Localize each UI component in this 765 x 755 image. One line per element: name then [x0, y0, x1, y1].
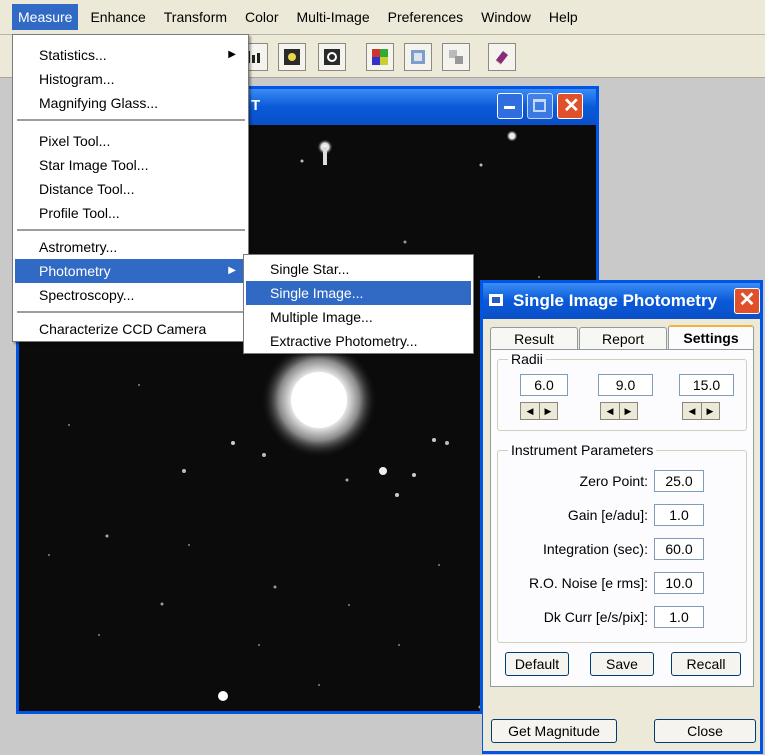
- recall-button[interactable]: Recall: [671, 652, 741, 676]
- stack-icon[interactable]: [404, 43, 432, 71]
- save-button[interactable]: Save: [590, 652, 654, 676]
- menu-item-label: Spectroscopy...: [39, 287, 135, 303]
- menu-item-label: Profile Tool...: [39, 205, 120, 221]
- image-tool-2-icon[interactable]: [318, 43, 346, 71]
- maximize-button[interactable]: [527, 93, 553, 119]
- menu-item-label: Star Image Tool...: [39, 157, 149, 173]
- arrow-left-icon[interactable]: ◀: [601, 403, 620, 419]
- maximize-icon: [533, 99, 546, 112]
- menu-item-label: Characterize CCD Camera: [39, 321, 207, 337]
- radius-annulus-inner-spinner[interactable]: ◀ ▶: [600, 402, 638, 420]
- measure-menu: Statistics... ▶ Histogram... Magnifying G…: [12, 34, 249, 342]
- image-tool-icon[interactable]: [278, 43, 306, 71]
- book-icon[interactable]: [488, 43, 516, 71]
- dialog-app-icon: [489, 294, 503, 306]
- menu-item-pixel-tool[interactable]: Pixel Tool...: [15, 129, 246, 153]
- tab-settings[interactable]: Settings: [668, 325, 754, 350]
- menu-item-statistics[interactable]: Statistics... ▶: [15, 43, 246, 67]
- menu-item-label: Statistics...: [39, 47, 107, 63]
- dialog-tabs: Result Report Settings: [490, 325, 758, 350]
- menu-item-profile-tool[interactable]: Profile Tool...: [15, 201, 246, 225]
- radius-annulus-outer-field[interactable]: 15.0: [679, 374, 734, 396]
- menu-item-label: Pixel Tool...: [39, 133, 111, 149]
- radii-group: Radii 6.0 9.0 15.0 ◀ ▶ ◀ ▶ ◀ ▶: [497, 351, 747, 431]
- menu-item-label: Photometry: [39, 263, 111, 279]
- menubar: Measure Enhance Transform Color Multi-Im…: [0, 0, 765, 35]
- menu-item-label: Astrometry...: [39, 239, 118, 255]
- menu-item-spectroscopy[interactable]: Spectroscopy...: [15, 283, 246, 307]
- radius-annulus-outer-spinner[interactable]: ◀ ▶: [682, 402, 720, 420]
- integration-field[interactable]: 60.0: [654, 538, 704, 560]
- menu-help[interactable]: Help: [543, 4, 584, 30]
- menu-item-star-image-tool[interactable]: Star Image Tool...: [15, 153, 246, 177]
- close-icon: ✕: [563, 95, 580, 117]
- menu-multi-image[interactable]: Multi-Image: [291, 4, 376, 30]
- gain-label: Gain [e/adu]:: [567, 507, 648, 523]
- menu-item-astrometry[interactable]: Astrometry...: [15, 235, 246, 259]
- submenu-item-multiple-image[interactable]: Multiple Image...: [246, 305, 471, 329]
- menu-transform[interactable]: Transform: [158, 4, 233, 30]
- integration-label: Integration (sec):: [542, 541, 648, 557]
- ro-noise-field[interactable]: 10.0: [654, 572, 704, 594]
- menu-enhance[interactable]: Enhance: [84, 4, 151, 30]
- zero-point-field[interactable]: 25.0: [654, 470, 704, 492]
- photometry-submenu: Single Star... Single Image... Multiple …: [243, 254, 474, 354]
- dark-current-label: Dk Curr [e/s/pix]:: [543, 609, 648, 625]
- submenu-arrow-icon: ▶: [228, 49, 236, 60]
- menu-item-photometry[interactable]: Photometry ▶: [15, 259, 246, 283]
- arrow-right-icon[interactable]: ▶: [539, 403, 557, 419]
- menu-item-histogram[interactable]: Histogram...: [15, 67, 246, 91]
- menu-item-distance-tool[interactable]: Distance Tool...: [15, 177, 246, 201]
- submenu-item-single-star[interactable]: Single Star...: [246, 257, 471, 281]
- dialog-title: Single Image Photometry: [513, 291, 718, 310]
- menu-separator: [17, 119, 245, 122]
- dark-current-field[interactable]: 1.0: [654, 606, 704, 628]
- dialog-titlebar[interactable]: Single Image Photometry ✕: [483, 283, 760, 319]
- tab-result[interactable]: Result: [490, 327, 578, 349]
- instrument-group: Instrument Parameters Zero Point: 25.0 G…: [497, 442, 747, 643]
- menu-window[interactable]: Window: [475, 4, 537, 30]
- submenu-item-extractive-photometry[interactable]: Extractive Photometry...: [246, 329, 471, 353]
- zero-point-label: Zero Point:: [579, 473, 648, 489]
- menu-measure[interactable]: Measure: [12, 4, 79, 30]
- radii-legend: Radii: [508, 351, 546, 367]
- menu-preferences[interactable]: Preferences: [382, 4, 469, 30]
- menu-separator: [17, 229, 245, 232]
- arrow-right-icon[interactable]: ▶: [701, 403, 719, 419]
- menu-item-characterize-ccd[interactable]: Characterize CCD Camera: [15, 317, 246, 341]
- instrument-legend: Instrument Parameters: [508, 442, 657, 458]
- radius-inner-spinner[interactable]: ◀ ▶: [520, 402, 558, 420]
- radius-inner-field[interactable]: 6.0: [520, 374, 568, 396]
- get-magnitude-button[interactable]: Get Magnitude: [491, 719, 617, 743]
- arrow-left-icon[interactable]: ◀: [683, 403, 702, 419]
- minimize-icon: [504, 106, 515, 109]
- dialog-close-button[interactable]: ✕: [734, 288, 760, 314]
- menu-item-magnifying-glass[interactable]: Magnifying Glass...: [15, 91, 246, 115]
- image-close-button[interactable]: ✕: [557, 93, 583, 119]
- close-button[interactable]: Close: [654, 719, 756, 743]
- radius-annulus-inner-field[interactable]: 9.0: [598, 374, 653, 396]
- settings-panel: Radii 6.0 9.0 15.0 ◀ ▶ ◀ ▶ ◀ ▶ Instrument P…: [490, 349, 754, 687]
- photometry-dialog: Single Image Photometry ✕ Result Report …: [480, 280, 763, 754]
- close-icon: ✕: [738, 289, 756, 311]
- image-window-title: T: [251, 97, 261, 114]
- menu-separator: [17, 311, 245, 314]
- menu-color[interactable]: Color: [239, 4, 284, 30]
- align-icon[interactable]: [442, 43, 470, 71]
- ro-noise-label: R.O. Noise [e rms]:: [528, 575, 648, 591]
- color-grid-icon[interactable]: [366, 43, 394, 71]
- menu-item-label: Distance Tool...: [39, 181, 135, 197]
- menu-item-label: Histogram...: [39, 71, 115, 87]
- arrow-right-icon[interactable]: ▶: [619, 403, 637, 419]
- default-button[interactable]: Default: [505, 652, 569, 676]
- arrow-left-icon[interactable]: ◀: [521, 403, 540, 419]
- minimize-button[interactable]: [497, 93, 523, 119]
- submenu-arrow-icon: ▶: [228, 265, 236, 276]
- tab-report[interactable]: Report: [579, 327, 667, 349]
- gain-field[interactable]: 1.0: [654, 504, 704, 526]
- status-area: [0, 714, 482, 755]
- menu-item-label: Magnifying Glass...: [39, 95, 159, 111]
- submenu-item-single-image[interactable]: Single Image...: [246, 281, 471, 305]
